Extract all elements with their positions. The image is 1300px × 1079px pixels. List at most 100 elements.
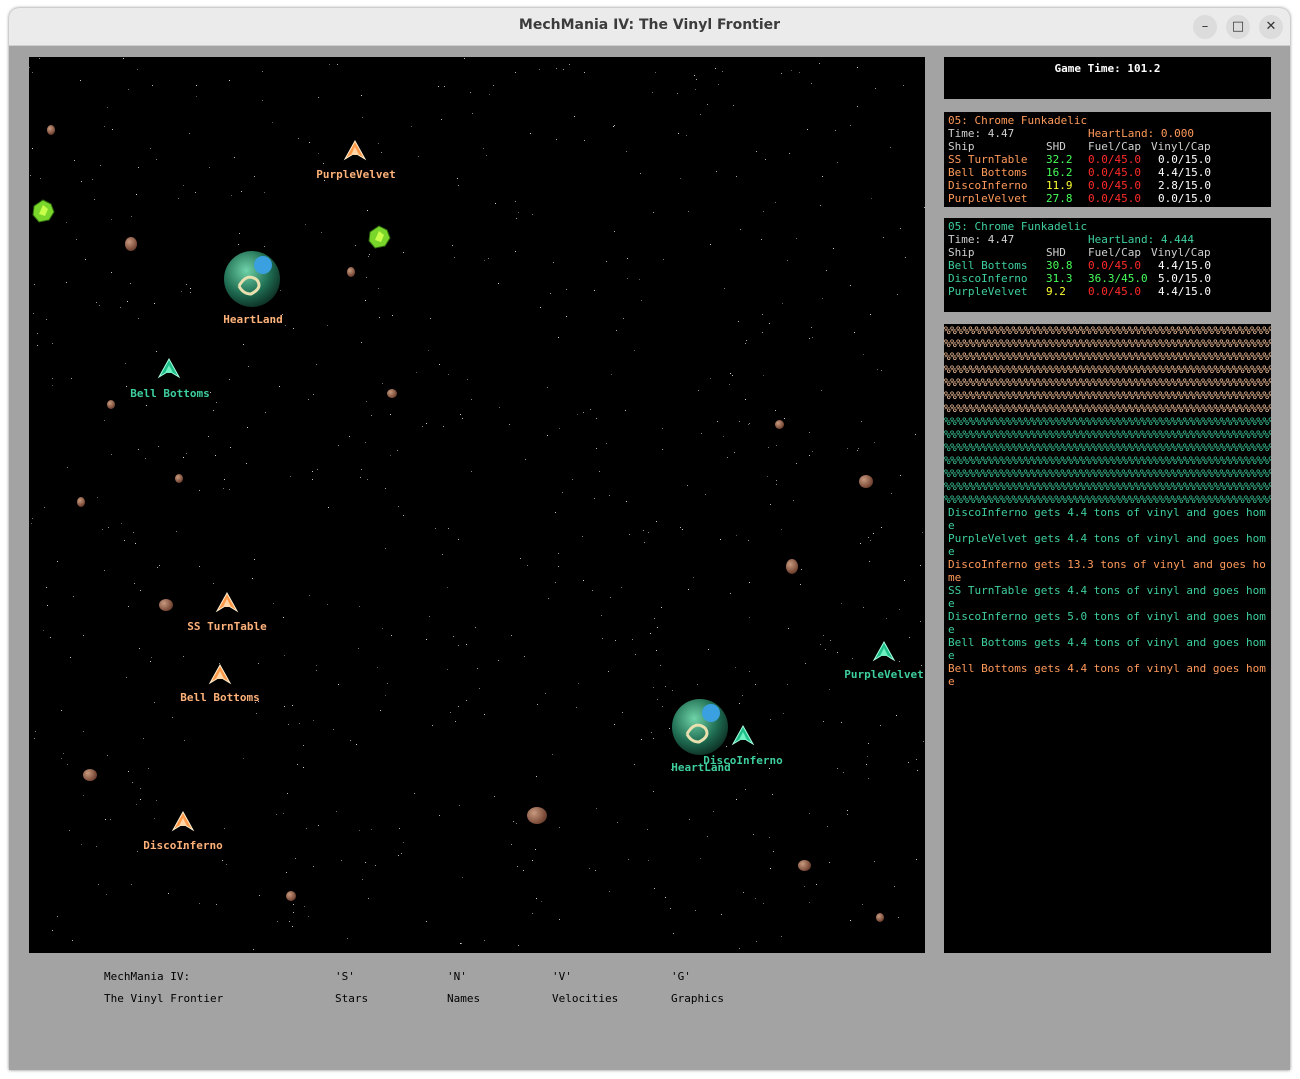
- star: [867, 756, 868, 757]
- star: [837, 652, 838, 653]
- star: [672, 690, 673, 691]
- star: [763, 211, 764, 212]
- key-label: Stars: [335, 992, 369, 1005]
- star: [312, 479, 313, 480]
- star: [287, 793, 288, 794]
- star: [823, 635, 824, 636]
- star: [635, 654, 636, 655]
- star: [724, 288, 725, 289]
- star: [847, 814, 848, 815]
- star: [397, 450, 398, 451]
- star: [661, 607, 662, 608]
- star: [626, 501, 627, 502]
- star: [498, 660, 499, 661]
- star: [494, 796, 495, 797]
- star: [390, 414, 391, 415]
- star: [515, 251, 516, 252]
- star: [894, 886, 895, 887]
- star: [382, 628, 383, 629]
- star: [827, 826, 828, 827]
- star: [157, 567, 158, 568]
- maximize-button[interactable]: □: [1226, 15, 1250, 39]
- star: [411, 126, 412, 127]
- star: [566, 316, 567, 317]
- ship-icon[interactable]: [729, 722, 757, 750]
- star: [700, 114, 701, 115]
- vinyl-bar-row: %%%%%%%%%%%%%%%%%%%%%%%%%%%%%%%%%%%%%%%%…: [944, 493, 1271, 506]
- star: [921, 665, 922, 666]
- star: [323, 163, 324, 164]
- star: [276, 814, 277, 815]
- star: [615, 640, 616, 641]
- star: [239, 233, 240, 234]
- col-header-shd: SHD: [1046, 140, 1066, 153]
- star: [184, 740, 185, 741]
- star: [811, 83, 812, 84]
- star: [641, 300, 642, 301]
- star: [258, 663, 259, 664]
- star: [66, 222, 67, 223]
- key-hint: 'G': [671, 970, 691, 983]
- star: [850, 285, 851, 286]
- star: [262, 71, 263, 72]
- star: [854, 332, 855, 333]
- log-message: PurpleVelvet gets 4.4 tons of vinyl and …: [948, 532, 1266, 558]
- star: [769, 323, 770, 324]
- star: [745, 399, 746, 400]
- star: [656, 521, 657, 522]
- star: [34, 284, 35, 285]
- star: [309, 142, 310, 143]
- ship-icon[interactable]: [155, 355, 183, 383]
- star: [131, 216, 132, 217]
- star: [81, 844, 82, 845]
- ship-name: DiscoInferno: [948, 179, 1028, 192]
- space-map[interactable]: HeartLand HeartLand PurpleVelvet Bell Bo…: [29, 57, 925, 953]
- star: [716, 171, 717, 172]
- key-velocities[interactable]: 'V' Velocities: [552, 966, 618, 1010]
- star: [457, 178, 458, 179]
- star: [773, 851, 774, 852]
- key-graphics[interactable]: 'G' Graphics: [671, 966, 724, 1010]
- close-button[interactable]: ✕: [1259, 15, 1283, 39]
- asteroid: [286, 891, 296, 901]
- star: [61, 758, 62, 759]
- ship-icon[interactable]: [341, 137, 369, 165]
- star: [555, 582, 556, 583]
- star: [516, 823, 517, 824]
- star: [776, 445, 777, 446]
- star: [847, 448, 848, 449]
- star: [787, 260, 788, 261]
- star: [443, 426, 444, 427]
- message-log-panel[interactable]: %%%%%%%%%%%%%%%%%%%%%%%%%%%%%%%%%%%%%%%%…: [944, 324, 1271, 953]
- game-time-panel: Game Time: 101.2: [944, 57, 1271, 99]
- ship-icon[interactable]: [213, 589, 241, 617]
- minimize-button[interactable]: –: [1193, 15, 1217, 39]
- star: [654, 888, 655, 889]
- star: [556, 139, 557, 140]
- asteroid: [47, 125, 55, 135]
- ship-icon[interactable]: [169, 808, 197, 836]
- star: [151, 657, 152, 658]
- star: [826, 270, 827, 271]
- star: [756, 151, 757, 152]
- star: [199, 490, 200, 491]
- star: [770, 868, 771, 869]
- star: [841, 603, 842, 604]
- key-names[interactable]: 'N' Names: [447, 966, 480, 1010]
- star: [238, 244, 239, 245]
- vinyl-crystal-icon: [368, 225, 391, 249]
- key-stars[interactable]: 'S' Stars: [335, 966, 368, 1010]
- ship-icon[interactable]: [206, 661, 234, 689]
- ship-icon[interactable]: [870, 638, 898, 666]
- star: [196, 96, 197, 97]
- ship-fuel: 0.0/45.0: [1088, 166, 1141, 179]
- star: [886, 618, 887, 619]
- star: [837, 162, 838, 163]
- star: [821, 390, 822, 391]
- star: [601, 615, 602, 616]
- star: [176, 531, 177, 532]
- star: [730, 593, 731, 594]
- star: [783, 713, 784, 714]
- star: [229, 379, 230, 380]
- star: [582, 536, 583, 537]
